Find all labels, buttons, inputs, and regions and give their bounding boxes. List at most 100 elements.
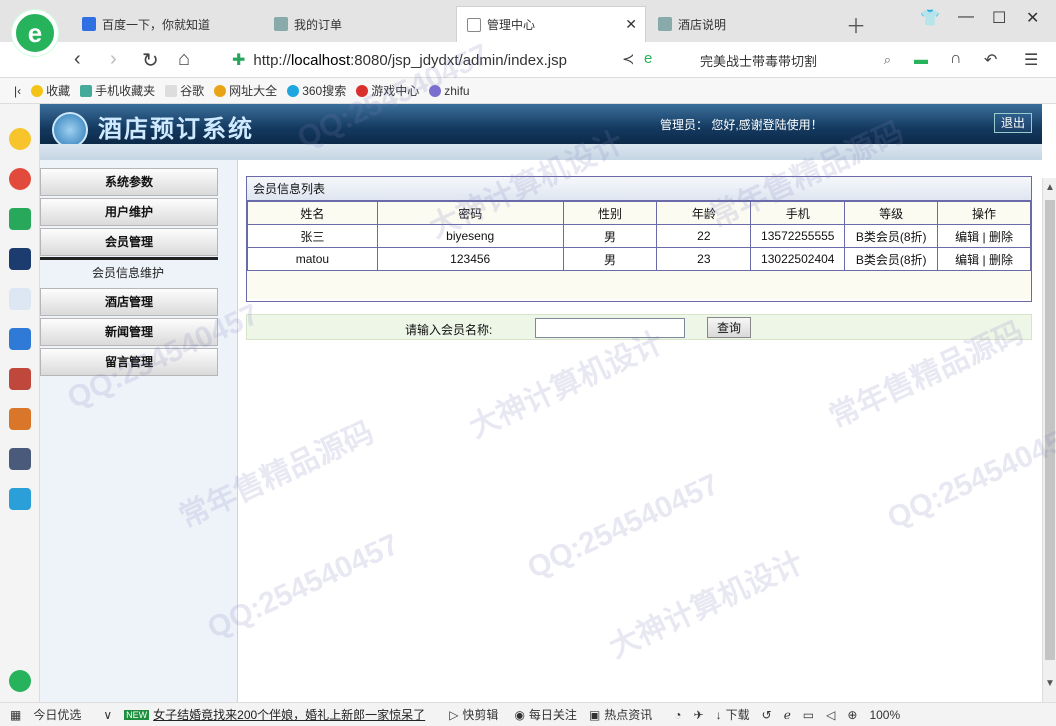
edit-link[interactable]: 编辑	[955, 230, 979, 244]
add-app-icon[interactable]	[9, 670, 31, 692]
table-row: matou 123456 男 23 13022502404 B类会员(8折) 编…	[247, 247, 1031, 271]
avatar-icon	[429, 84, 442, 97]
quick-clip-link[interactable]: 快剪辑	[462, 706, 498, 723]
menu-news-management[interactable]: 新闻管理	[40, 318, 218, 346]
search-icon[interactable]: ⌕	[884, 52, 891, 68]
tab-hotel-info[interactable]: 酒店说明	[648, 6, 838, 42]
hotel-admin-app: 酒店预订系统 管理员： 您好,感谢登陆使用！ 退出 系统参数 用户维护 会员管理…	[40, 104, 1042, 702]
member-name-input[interactable]	[535, 318, 685, 338]
table-header-row: 姓名 密码 性别 年龄 手机 等级 操作	[247, 201, 1031, 225]
game-app-icon[interactable]	[9, 368, 31, 390]
cell-password: biyeseng	[376, 224, 564, 248]
cell-gender: 男	[562, 224, 658, 248]
column-header: 性别	[562, 201, 658, 225]
url-field[interactable]: ✚ http://localhost:8080/jsp_jdydxt/admin…	[232, 48, 682, 72]
tab-admin-center[interactable]: 管理中心 ✕	[456, 6, 646, 42]
play-icon[interactable]: ◉	[514, 708, 524, 722]
hot-news-link[interactable]: 热点资讯	[604, 706, 652, 723]
scroll-up-icon[interactable]: ▲	[1045, 182, 1055, 193]
reload-icon[interactable]: ↻	[142, 48, 159, 73]
shirt-icon[interactable]: 👕	[920, 8, 940, 28]
zoom-level[interactable]: 100%	[869, 708, 900, 722]
360-browser-logo-icon[interactable]: e	[12, 10, 58, 56]
pin-icon[interactable]: ✈	[694, 708, 704, 722]
edit-link[interactable]: 编辑	[955, 253, 979, 267]
tab-baidu[interactable]: 百度一下，你就知道	[72, 6, 262, 42]
weibo-icon[interactable]	[9, 168, 31, 190]
news-app-icon[interactable]	[9, 248, 31, 270]
bookmark-mobile[interactable]: 手机收藏夹	[80, 82, 155, 99]
battery-icon[interactable]: ▬	[914, 51, 928, 67]
share-logo-icon	[52, 112, 88, 148]
menu-hamburger-icon[interactable]: ☰	[1024, 50, 1038, 70]
word-document-icon[interactable]	[9, 288, 31, 310]
chat-icon[interactable]	[9, 328, 31, 350]
query-button[interactable]: 查询	[707, 317, 751, 338]
app-header: 酒店预订系统 管理员： 您好,感谢登陆使用！ 退出	[40, 104, 1042, 148]
welcome-text: 管理员： 您好,感谢登陆使用！	[660, 118, 823, 132]
app-title: 酒店预订系统	[98, 116, 254, 143]
cell-name: matou	[247, 247, 378, 271]
forward-arrow-icon[interactable]: ›	[110, 48, 117, 71]
minimize-icon[interactable]: —	[958, 8, 974, 26]
maximize-icon[interactable]: ☐	[992, 8, 1006, 28]
share-icon[interactable]: ≺	[622, 50, 635, 68]
favorites-star-icon[interactable]	[9, 128, 31, 150]
header-subbar	[40, 144, 1042, 160]
bookmark-360-search[interactable]: 360搜索	[287, 82, 346, 99]
engine-e-icon[interactable]: e	[644, 50, 652, 67]
menu-hotel-management[interactable]: 酒店管理	[40, 288, 218, 316]
chevron-down-icon[interactable]: ∨	[103, 708, 112, 722]
menu-member-info[interactable]: 会员信息维护	[40, 261, 218, 285]
today-picks[interactable]: 今日优选	[33, 706, 81, 723]
menu-user-maintenance[interactable]: 用户维护	[40, 198, 218, 226]
download-arrow-icon[interactable]: ↓	[716, 708, 722, 722]
speaker-icon[interactable]: ◁	[826, 708, 835, 722]
game-app-icon[interactable]	[9, 408, 31, 430]
cell-phone: 13022502404	[750, 247, 846, 271]
cell-phone: 13572255555	[750, 224, 846, 248]
zoom-icon[interactable]: ⊕	[847, 708, 857, 722]
news-headline-link[interactable]: 女子结婚竟找来200个伴娘，婚礼上新郎一家惊呆了	[153, 706, 425, 723]
close-window-icon[interactable]: ✕	[1026, 8, 1039, 28]
speed-icon[interactable]: ◔	[674, 708, 681, 722]
logout-button[interactable]: 退出	[993, 113, 1032, 133]
menu-system-params[interactable]: 系统参数	[40, 168, 218, 196]
mail-icon[interactable]	[9, 208, 31, 230]
new-tab-plus-icon[interactable]: ＋	[846, 10, 866, 39]
delete-link[interactable]: 删除	[989, 230, 1013, 244]
undo-icon[interactable]: ↶	[984, 50, 997, 70]
clip-icon[interactable]: ▷	[449, 708, 458, 722]
search-input[interactable]: 完美战士带毒带切割 ⌕	[700, 48, 895, 72]
back-arrow-icon[interactable]: ‹	[74, 48, 81, 71]
grid-icon[interactable]: ▦	[10, 708, 21, 722]
daily-focus-link[interactable]: 每日关注	[529, 706, 577, 723]
window-icon[interactable]: ▭	[803, 708, 814, 722]
hot-news-icon[interactable]: ▣	[589, 708, 600, 722]
download-link[interactable]: 下载	[726, 706, 750, 723]
url-prefix: http://	[253, 51, 291, 69]
bookmark-favorites[interactable]: 收藏	[31, 82, 70, 99]
refresh-icon[interactable]: ↺	[762, 708, 772, 722]
scroll-down-icon[interactable]: ▼	[1045, 678, 1055, 689]
tab-my-orders[interactable]: 我的订单	[264, 6, 454, 42]
bookmark-google[interactable]: 谷歌	[165, 82, 204, 99]
home-icon[interactable]: ⌂	[178, 48, 190, 71]
url-rest: :8080/jsp_jdydxt/admin/index.jsp	[350, 51, 567, 69]
vertical-scrollbar[interactable]: ▲ ▼	[1042, 178, 1056, 702]
ie-icon[interactable]: ℯ	[784, 708, 791, 722]
menu-member-management[interactable]: 会员管理	[40, 228, 218, 256]
close-icon[interactable]: ✕	[625, 16, 637, 33]
delete-link[interactable]: 删除	[989, 253, 1013, 267]
bookmark-site-directory[interactable]: 网址大全	[214, 82, 277, 99]
bookmark-game-center[interactable]: 游戏中心	[356, 82, 419, 99]
menu-message-management[interactable]: 留言管理	[40, 348, 218, 376]
bookmark-zhifu[interactable]: zhifu	[429, 84, 470, 98]
game-app-icon[interactable]	[9, 448, 31, 470]
phone-icon	[80, 84, 93, 97]
sidebar-toggle-icon[interactable]: |‹	[14, 84, 21, 98]
scroll-thumb[interactable]	[1045, 200, 1055, 660]
headphones-icon[interactable]: ∩	[950, 50, 962, 68]
p-app-icon[interactable]	[9, 488, 31, 510]
cell-name: 张三	[247, 224, 378, 248]
